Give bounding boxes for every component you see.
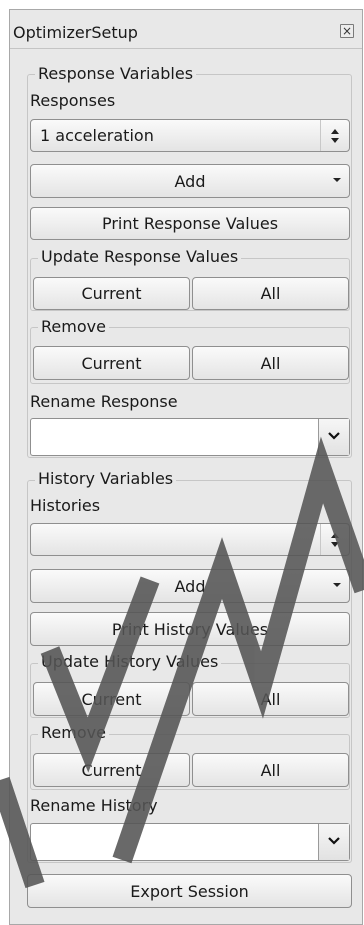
update-history-values-title: Update History Values <box>38 652 222 671</box>
menu-arrow-icon <box>333 178 341 182</box>
history-variables-title: History Variables <box>35 469 177 488</box>
rename-response-dropdown[interactable] <box>318 419 349 455</box>
histories-label: Histories <box>30 496 101 515</box>
remove-history-all-button[interactable]: All <box>192 753 349 787</box>
histories-select[interactable] <box>30 523 350 556</box>
panel-title: OptimizerSetup <box>13 23 138 42</box>
print-response-values-button[interactable]: Print Response Values <box>30 207 350 240</box>
update-response-values-title: Update Response Values <box>38 247 242 266</box>
update-history-current-button[interactable]: Current <box>33 682 190 716</box>
update-history-all-button[interactable]: All <box>192 682 349 716</box>
response-variables-title: Response Variables <box>35 64 197 83</box>
add-history-label: Add <box>174 576 206 596</box>
remove-response-current-button[interactable]: Current <box>33 346 190 380</box>
chevron-down-icon <box>328 837 340 845</box>
spin-arrows-icon <box>320 524 349 555</box>
update-response-current-button[interactable]: Current <box>33 277 190 310</box>
remove-history-title: Remove <box>38 723 109 742</box>
title-separator <box>10 48 362 49</box>
add-response-label: Add <box>174 171 206 191</box>
rename-response-field[interactable] <box>30 418 350 456</box>
rename-response-label: Rename Response <box>30 392 178 411</box>
add-response-button[interactable]: Add <box>30 164 350 198</box>
responses-select[interactable]: 1 acceleration <box>30 119 350 152</box>
print-history-values-button[interactable]: Print History Values <box>30 612 350 646</box>
remove-response-all-button[interactable]: All <box>192 346 349 380</box>
update-response-all-button[interactable]: All <box>192 277 349 310</box>
responses-select-value: 1 acceleration <box>40 126 154 145</box>
close-icon[interactable]: × <box>340 24 354 38</box>
export-session-button[interactable]: Export Session <box>27 874 352 908</box>
rename-history-field[interactable] <box>30 823 350 861</box>
chevron-down-icon <box>328 432 340 440</box>
add-history-button[interactable]: Add <box>30 569 350 603</box>
menu-arrow-icon <box>333 583 341 587</box>
remove-history-current-button[interactable]: Current <box>33 753 190 787</box>
rename-history-label: Rename History <box>30 796 158 815</box>
spin-arrows-icon <box>320 120 349 151</box>
responses-label: Responses <box>30 91 116 110</box>
rename-history-dropdown[interactable] <box>318 824 349 860</box>
remove-response-title: Remove <box>38 317 109 336</box>
